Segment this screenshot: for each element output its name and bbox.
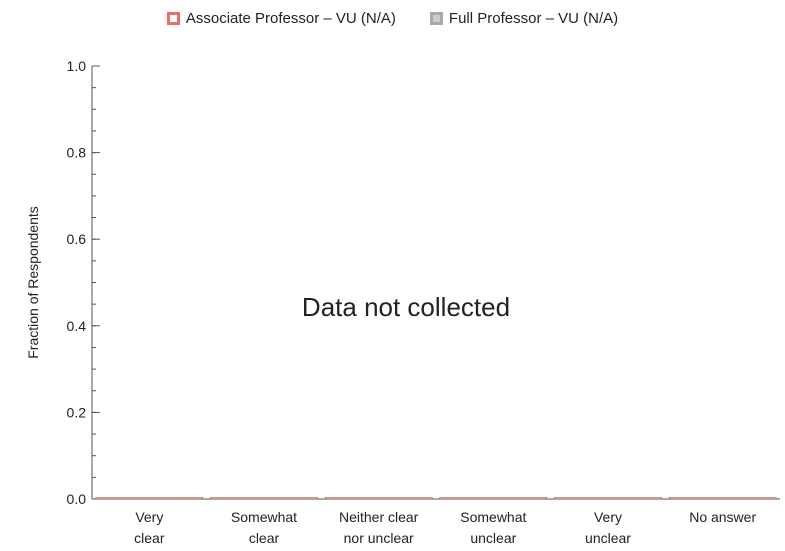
- x-tick-label-line: Neither clear: [339, 509, 419, 525]
- x-tick-label: Somewhat clear: [231, 509, 297, 546]
- y-tick-label: 0.8: [67, 145, 87, 161]
- x-tick-label: Somewhat unclear: [460, 509, 526, 546]
- x-tick-label-line: Somewhat: [231, 509, 297, 525]
- y-tick-label: 0.6: [67, 231, 87, 247]
- y-tick-label: 0.0: [67, 491, 87, 507]
- x-tick-label-line: No answer: [689, 509, 756, 525]
- x-tick-label: No answer: [689, 509, 756, 525]
- bar-chart: 0.0 0.2 0.4 0.6 0.8 1.0 Fraction of Respondent…: [25, 58, 780, 546]
- x-tick-label-line: Very: [594, 509, 622, 525]
- x-tick-label: Very unclear: [585, 509, 631, 546]
- x-tick-label: Very clear: [134, 509, 165, 546]
- x-tick-label-line: Somewhat: [460, 509, 526, 525]
- y-tick-label: 0.4: [67, 318, 87, 334]
- x-tick-label: Neither clear nor unclear: [339, 509, 419, 546]
- y-tick-label: 1.0: [67, 58, 87, 74]
- y-axis-label: Fraction of Respondents: [25, 206, 41, 359]
- x-tick-label-line: unclear: [585, 530, 631, 546]
- x-tick-label-line: nor unclear: [344, 530, 414, 546]
- x-tick-label-line: clear: [249, 530, 280, 546]
- x-tick-label-line: unclear: [470, 530, 516, 546]
- x-tick-label-line: clear: [134, 530, 165, 546]
- annotation-data-not-collected: Data not collected: [302, 292, 510, 322]
- x-tick-label-line: Very: [135, 509, 163, 525]
- y-tick-label: 0.2: [67, 404, 87, 420]
